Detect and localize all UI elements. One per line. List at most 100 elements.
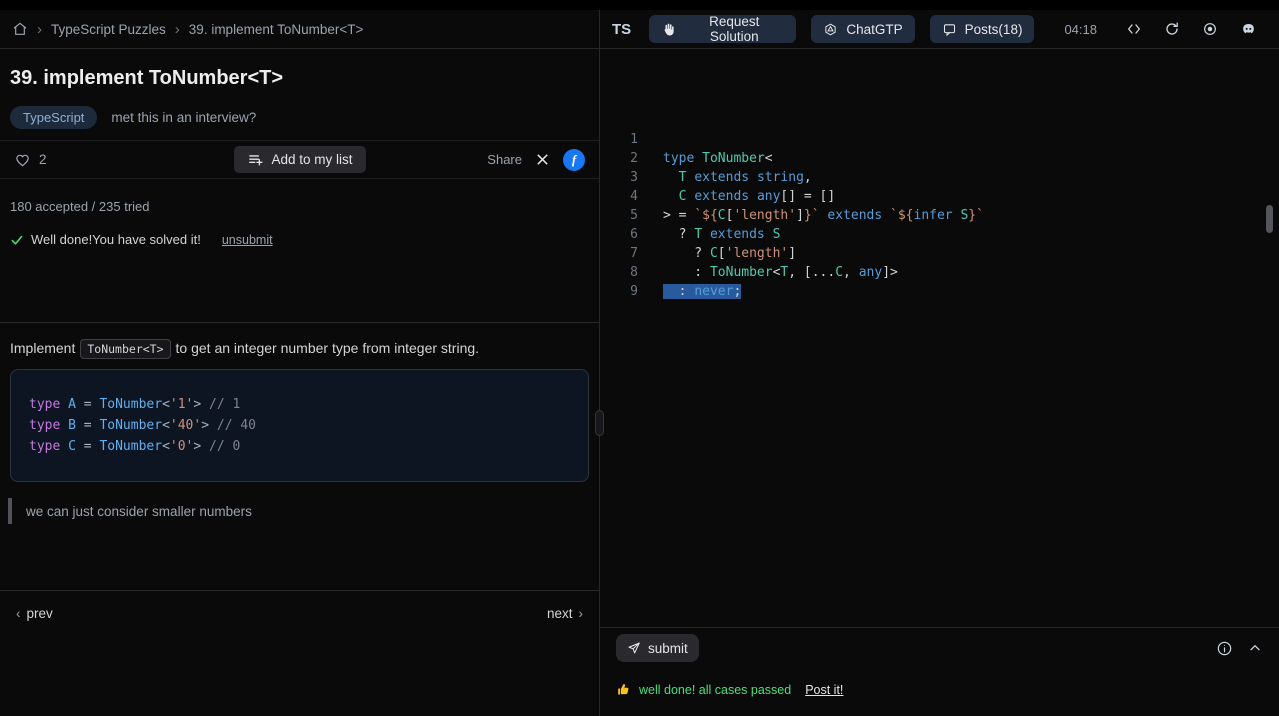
send-icon [627, 641, 641, 655]
info-icon[interactable] [1216, 640, 1233, 657]
pager: ‹ prev next › [0, 601, 599, 625]
share-x-button[interactable] [535, 152, 550, 167]
code-line[interactable]: 2 type ToNumber< [600, 149, 1279, 168]
chatgtp-label: ChatGTP [846, 21, 903, 37]
code-line[interactable]: 7 ? C['length'] [600, 244, 1279, 263]
solved-text: Well done!You have solved it! [31, 232, 201, 247]
interview-note: met this in an interview? [111, 110, 257, 125]
description-text: Implement [10, 340, 76, 356]
pane-resize-handle[interactable] [595, 410, 604, 436]
code-line[interactable]: 8 : ToNumber<T, [...C, any]> [600, 263, 1279, 282]
divider [0, 322, 599, 323]
next-label: next [546, 605, 573, 621]
share-label: Share [487, 152, 522, 167]
breadcrumb-separator: › [37, 20, 42, 38]
editor-header: TS Request Solution ChatGTP Posts(18) 04… [600, 10, 1279, 49]
problem-panel: › TypeScript Puzzles › 39. implement ToN… [0, 10, 600, 716]
playlist-add-icon [246, 151, 263, 168]
action-toolbar: 2 Add to my list Share f [0, 140, 599, 179]
record-icon[interactable] [1202, 21, 1218, 37]
ts-logo: TS [612, 20, 632, 38]
breadcrumb-separator: › [174, 20, 180, 38]
solved-row: Well done!You have solved it! unsubmit [10, 232, 589, 247]
tag-typescript[interactable]: TypeScript [10, 106, 98, 129]
code-line[interactable]: 1 [600, 130, 1279, 149]
request-solution-label: Request Solution [709, 14, 760, 44]
scrollbar-thumb[interactable] [1266, 205, 1273, 233]
acceptance-stats: 180 accepted / 235 tried [10, 199, 150, 214]
posts-label: Posts(18) [964, 21, 1023, 37]
thumbs-up-icon [616, 682, 631, 697]
submit-label: submit [648, 640, 688, 656]
problem-description: Implement ToNumber<T> to get an integer nu… [10, 339, 589, 359]
next-link[interactable]: next › [547, 606, 583, 621]
add-to-list-label: Add to my list [271, 152, 353, 167]
editor-panel: TS Request Solution ChatGTP Posts(18) 04… [595, 10, 1279, 716]
line-number: 2 [630, 151, 638, 166]
page-title: 39. implement ToNumber<T> [10, 67, 284, 89]
add-to-list-button[interactable]: Add to my list [233, 146, 366, 173]
request-solution-button[interactable]: Request Solution [649, 14, 797, 44]
openai-icon [823, 22, 838, 37]
posts-button[interactable]: Posts(18) [929, 15, 1035, 43]
example-code-line: type A = ToNumber<'1'> // 1 [29, 397, 241, 412]
line-number: 8 [630, 265, 638, 280]
like-count: 2 [39, 152, 47, 167]
example-code-block: type A = ToNumber<'1'> // 1 type B = ToNu… [10, 369, 589, 482]
submit-button[interactable]: submit [616, 634, 699, 662]
chevron-left-icon: ‹ [16, 605, 21, 621]
breadcrumb: › TypeScript Puzzles › 39. implement ToN… [0, 10, 599, 49]
code-line[interactable]: 6 ? T extends S [600, 225, 1279, 244]
check-icon [10, 233, 24, 247]
unsubmit-link[interactable]: unsubmit [222, 233, 273, 247]
prev-link[interactable]: ‹ prev [16, 606, 53, 621]
timer: 04:18 [1064, 21, 1097, 37]
x-logo-icon [535, 152, 550, 167]
line-number: 9 [630, 284, 638, 299]
discord-icon[interactable] [1240, 21, 1257, 37]
share-facebook-button[interactable]: f [563, 148, 585, 171]
refresh-icon[interactable] [1164, 21, 1180, 37]
home-icon[interactable] [12, 21, 28, 37]
code-line[interactable]: 3 T extends string, [600, 168, 1279, 187]
inline-code: ToNumber<T> [80, 339, 171, 359]
line-number: 4 [630, 189, 638, 204]
line-number: 3 [630, 170, 638, 185]
description-text: to get an integer number type from integ… [175, 340, 480, 356]
post-it-link[interactable]: Post it! [805, 682, 843, 697]
line-number: 6 [630, 227, 638, 242]
example-code-line: type C = ToNumber<'0'> // 0 [29, 439, 241, 454]
share-group: Share f [487, 148, 585, 171]
hand-icon [661, 22, 676, 37]
code-line[interactable]: 4 C extends any[] = [] [600, 187, 1279, 206]
heart-icon [14, 152, 31, 168]
app-window: › TypeScript Puzzles › 39. implement ToN… [0, 10, 1279, 716]
chatgtp-button[interactable]: ChatGTP [811, 15, 915, 43]
code-line[interactable]: 5 > = `${C['length']}` extends `${infer S… [600, 206, 1279, 225]
hint-text: we can just consider smaller numbers [26, 503, 252, 519]
code-editor[interactable]: 1 2 type ToNumber< 3 T extends string, 4 C e… [600, 49, 1279, 627]
like-button[interactable]: 2 [14, 152, 47, 168]
divider [0, 590, 599, 591]
code-icon[interactable] [1126, 21, 1142, 37]
posts-icon [942, 22, 957, 37]
bar-icons [1216, 640, 1263, 657]
status-bar: well done! all cases passed Post it! [600, 668, 1279, 716]
breadcrumb-item-current[interactable]: 39. implement ToNumber<T> [189, 22, 364, 37]
line-number: 1 [630, 132, 638, 147]
code-lines: 1 2 type ToNumber< 3 T extends string, 4 C e… [600, 130, 1279, 301]
chevron-right-icon: › [578, 605, 584, 621]
chevron-up-icon[interactable] [1247, 640, 1263, 656]
hint-quote: we can just consider smaller numbers [8, 498, 599, 524]
result-status: well done! all cases passed [639, 683, 792, 697]
example-code-line: type B = ToNumber<'40'> // 40 [29, 418, 257, 433]
prev-label: prev [26, 605, 53, 621]
breadcrumb-item-puzzles[interactable]: TypeScript Puzzles [51, 22, 166, 37]
tags-row: TypeScript met this in an interview? [10, 106, 589, 129]
header-icons [1126, 21, 1257, 37]
submit-bar: submit [600, 627, 1279, 668]
line-number: 5 [630, 208, 638, 223]
code-line[interactable]: 9 : never; [600, 282, 1279, 301]
facebook-icon: f [571, 151, 577, 167]
line-number: 7 [630, 246, 638, 261]
